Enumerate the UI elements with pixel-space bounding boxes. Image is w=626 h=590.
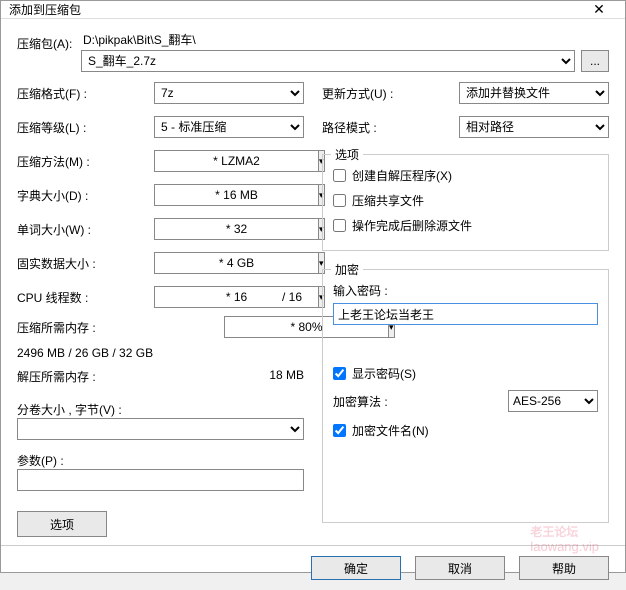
- cpu-label: CPU 线程数 :: [17, 289, 154, 306]
- archive-label: 压缩包(A):: [17, 31, 81, 52]
- pathmode-select[interactable]: 相对路径: [459, 116, 609, 138]
- method-value[interactable]: [154, 150, 318, 172]
- params-input[interactable]: [17, 469, 304, 491]
- archive-filename-select[interactable]: S_翻车_2.7z: [81, 50, 575, 72]
- show-password-check[interactable]: [333, 367, 346, 380]
- archive-row: 压缩包(A): D:\pikpak\Bit\S_翻车\ S_翻车_2.7z ..…: [17, 31, 609, 72]
- password-input[interactable]: [333, 303, 598, 325]
- options-group: 选项 创建自解压程序(X) 压缩共享文件 操作完成后删除源文件: [322, 154, 609, 251]
- left-column: 压缩格式(F) : 7z 压缩等级(L) : 5 - 标准压缩 压缩方法(M) …: [17, 82, 304, 537]
- options-button[interactable]: 选项: [17, 511, 107, 537]
- cpu-total: / 16: [234, 290, 304, 304]
- word-label: 单词大小(W) :: [17, 221, 154, 238]
- dialog-body: 压缩包(A): D:\pikpak\Bit\S_翻车\ S_翻车_2.7z ..…: [1, 19, 625, 545]
- cancel-button[interactable]: 取消: [415, 556, 505, 580]
- word-select[interactable]: ▾: [154, 218, 304, 240]
- pathmode-label: 路径模式 :: [322, 119, 459, 136]
- show-password-checkbox[interactable]: 显示密码(S): [333, 365, 598, 382]
- volume-label: 分卷大小 , 字节(V) :: [17, 401, 304, 418]
- shared-checkbox[interactable]: 压缩共享文件: [333, 192, 598, 209]
- close-icon[interactable]: ✕: [579, 1, 619, 18]
- encrypt-names-checkbox[interactable]: 加密文件名(N): [333, 422, 598, 439]
- level-label: 压缩等级(L) :: [17, 119, 154, 136]
- cpu-select[interactable]: ▾: [154, 286, 234, 308]
- encrypt-names-label: 加密文件名(N): [352, 422, 429, 439]
- solid-select[interactable]: ▾: [154, 252, 304, 274]
- columns: 压缩格式(F) : 7z 压缩等级(L) : 5 - 标准压缩 压缩方法(M) …: [17, 82, 609, 537]
- dict-value[interactable]: [154, 184, 318, 206]
- dict-select[interactable]: ▾: [154, 184, 304, 206]
- shared-check[interactable]: [333, 194, 346, 207]
- algo-select[interactable]: AES-256: [508, 390, 598, 412]
- mem-comp-label: 压缩所需内存 :: [17, 319, 224, 336]
- delete-check[interactable]: [333, 219, 346, 232]
- encrypt-group: 加密 输入密码 : 显示密码(S) 加密算法 : AES-256 加密文件名(N…: [322, 269, 609, 523]
- titlebar: 添加到压缩包 ✕: [1, 1, 625, 19]
- method-label: 压缩方法(M) :: [17, 153, 154, 170]
- dialog: 添加到压缩包 ✕ 压缩包(A): D:\pikpak\Bit\S_翻车\ S_翻…: [0, 0, 626, 573]
- password-label: 输入密码 :: [333, 282, 598, 299]
- method-select[interactable]: ▾: [154, 150, 304, 172]
- help-button[interactable]: 帮助: [519, 556, 609, 580]
- format-select[interactable]: 7z: [154, 82, 304, 104]
- mem-decomp-label: 解压所需内存 :: [17, 368, 269, 385]
- window-title: 添加到压缩包: [7, 1, 579, 18]
- solid-label: 固实数据大小 :: [17, 255, 154, 272]
- archive-path: D:\pikpak\Bit\S_翻车\: [81, 31, 609, 48]
- solid-value[interactable]: [154, 252, 318, 274]
- ok-button[interactable]: 确定: [311, 556, 401, 580]
- level-select[interactable]: 5 - 标准压缩: [154, 116, 304, 138]
- volume-select[interactable]: [17, 418, 304, 440]
- browse-button[interactable]: ...: [581, 50, 609, 72]
- sfx-check[interactable]: [333, 169, 346, 182]
- update-label: 更新方式(U) :: [322, 85, 459, 102]
- mem-decomp-value: 18 MB: [269, 368, 304, 385]
- sfx-label: 创建自解压程序(X): [352, 167, 452, 184]
- encrypt-names-check[interactable]: [333, 424, 346, 437]
- sfx-checkbox[interactable]: 创建自解压程序(X): [333, 167, 598, 184]
- right-column: 更新方式(U) : 添加并替换文件 路径模式 : 相对路径 选项 创建自解压程序…: [322, 82, 609, 537]
- mem-comp-sub: 2496 MB / 26 GB / 32 GB: [17, 346, 304, 360]
- params-label: 参数(P) :: [17, 452, 304, 469]
- show-password-label: 显示密码(S): [352, 365, 416, 382]
- dict-label: 字典大小(D) :: [17, 187, 154, 204]
- format-label: 压缩格式(F) :: [17, 85, 154, 102]
- update-select[interactable]: 添加并替换文件: [459, 82, 609, 104]
- algo-label: 加密算法 :: [333, 393, 508, 410]
- footer: 确定 取消 帮助: [1, 545, 625, 590]
- options-legend: 选项: [331, 146, 363, 163]
- encrypt-legend: 加密: [331, 261, 363, 278]
- mem-comp-select[interactable]: ▾: [224, 316, 304, 338]
- archive-path-wrap: D:\pikpak\Bit\S_翻车\ S_翻车_2.7z ...: [81, 31, 609, 72]
- delete-label: 操作完成后删除源文件: [352, 217, 472, 234]
- word-value[interactable]: [154, 218, 318, 240]
- delete-checkbox[interactable]: 操作完成后删除源文件: [333, 217, 598, 234]
- shared-label: 压缩共享文件: [352, 192, 424, 209]
